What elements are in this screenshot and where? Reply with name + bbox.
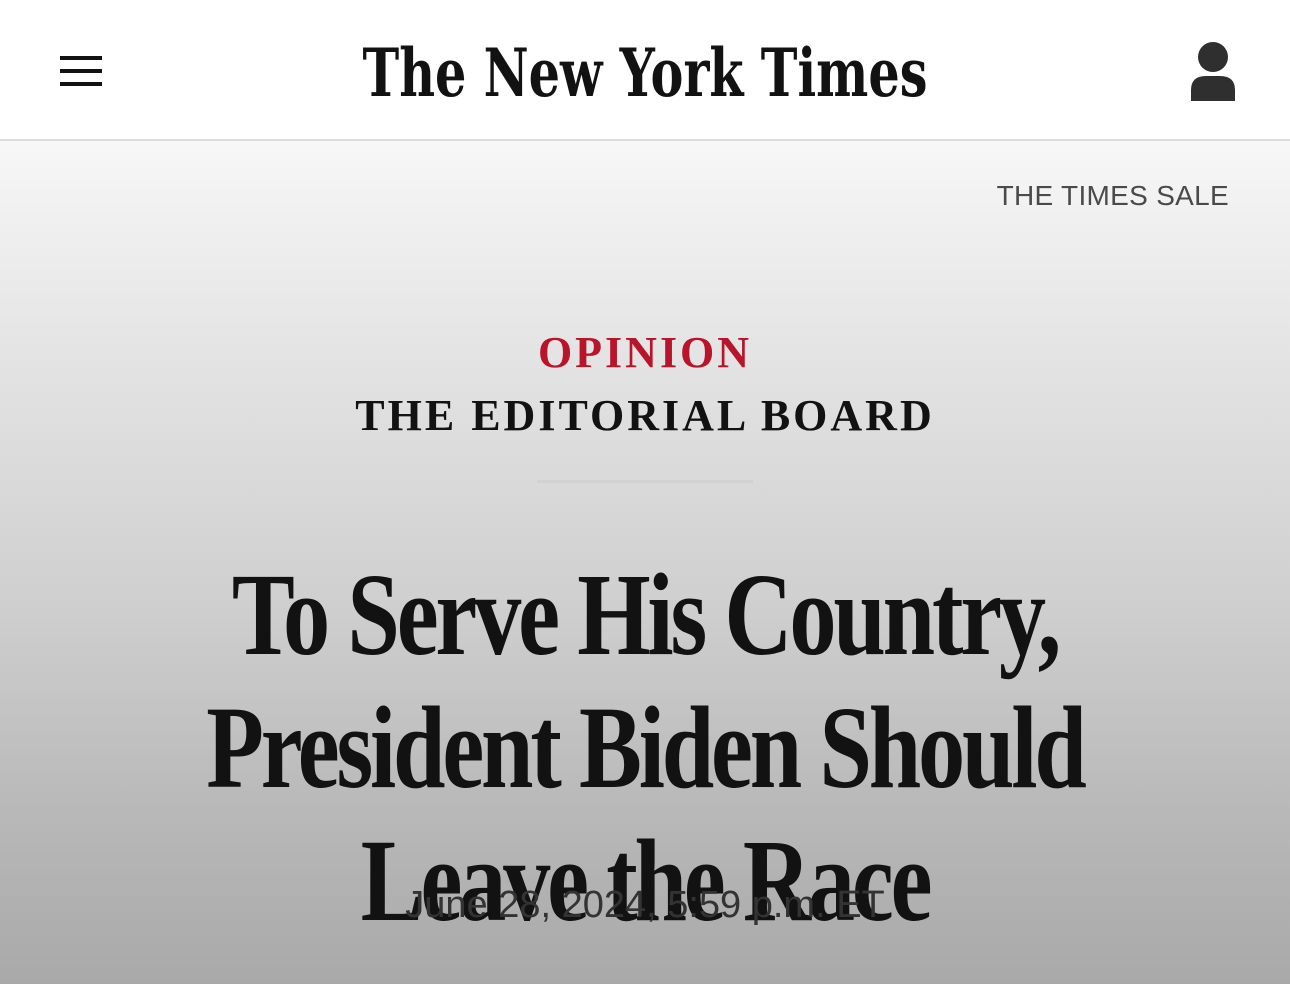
byline[interactable]: THE EDITORIAL BOARD: [0, 390, 1290, 441]
user-account-icon: [1191, 42, 1235, 101]
nyt-logo-wordmark: The New York Times: [363, 34, 928, 112]
article-timestamp: June 28, 2024, 5:59 p.m. ET: [405, 884, 885, 926]
divider: [537, 480, 753, 483]
times-sale-link[interactable]: THE TIMES SALE: [997, 180, 1229, 212]
hamburger-menu-icon: [60, 56, 102, 86]
section-label[interactable]: OPINION: [0, 327, 1290, 378]
nyt-logo[interactable]: The New York Times: [345, 30, 945, 120]
logo-text: The New York Times: [363, 34, 928, 112]
menu-button[interactable]: [50, 46, 112, 98]
article-page: The New York Times THE TIMES SALE OPINIO…: [0, 0, 1290, 984]
account-button[interactable]: [1182, 40, 1244, 106]
top-navigation-bar: The New York Times: [0, 0, 1290, 141]
